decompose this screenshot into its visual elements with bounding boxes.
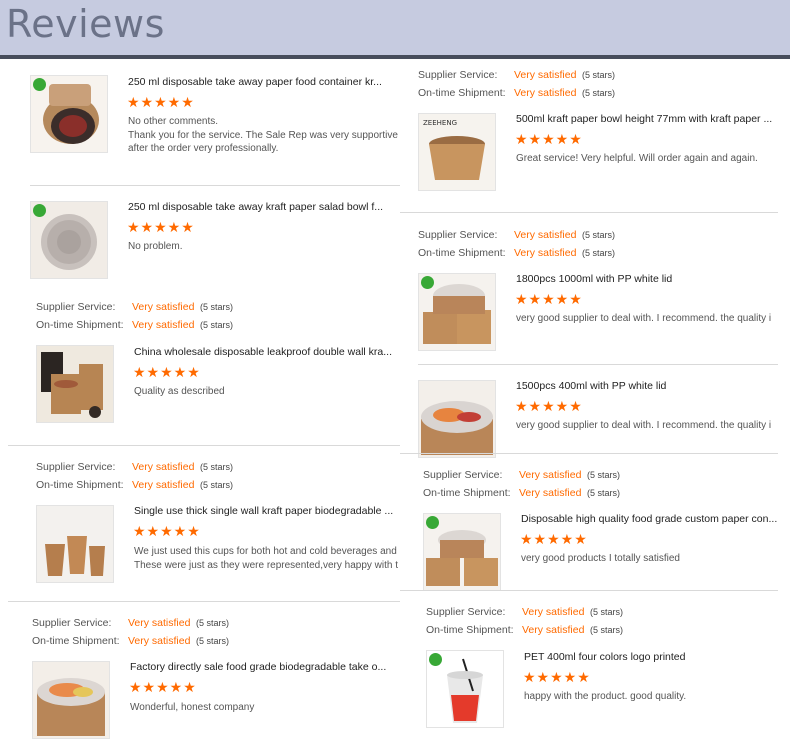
review-comment: No other comments. Thank you for the ser… bbox=[128, 116, 398, 154]
review-comment: Quality as described bbox=[134, 386, 225, 397]
logo-badge-icon bbox=[33, 204, 46, 217]
review-comment: Great service! Very helpful. Will order … bbox=[516, 153, 758, 164]
shipment-rating: On-time Shipment: Very satisfied (5 stars) bbox=[36, 479, 234, 491]
product-thumbnail[interactable] bbox=[418, 380, 496, 458]
review-comment: No problem. bbox=[128, 241, 183, 252]
rating-stars: ★★★★★ bbox=[515, 131, 583, 147]
product-title-link[interactable]: Single use thick single wall kraft paper… bbox=[134, 505, 400, 517]
product-thumbnail[interactable] bbox=[423, 513, 501, 591]
review-divider bbox=[30, 185, 400, 186]
rating-stars: ★★★★★ bbox=[129, 679, 197, 695]
shipment-rating: On-time Shipment: Very satisfied (5 stars) bbox=[426, 624, 624, 636]
logo-badge-icon bbox=[33, 78, 46, 91]
review-comment: Wonderful, honest company bbox=[130, 702, 255, 713]
product-thumbnail[interactable] bbox=[36, 345, 114, 423]
product-title-link[interactable]: Factory directly sale food grade biodegr… bbox=[130, 661, 400, 673]
product-title-link[interactable]: 1800pcs 1000ml with PP white lid bbox=[516, 273, 778, 285]
logo-badge-icon bbox=[421, 276, 434, 289]
product-thumbnail[interactable] bbox=[426, 650, 504, 728]
supplier-service-rating: Supplier Service: Very satisfied (5 stars) bbox=[423, 469, 621, 481]
logo-badge-icon bbox=[429, 653, 442, 666]
thumb-brand-text: ZEEHENG bbox=[423, 119, 457, 127]
reviews-header: Reviews bbox=[0, 0, 790, 55]
review-divider bbox=[8, 445, 400, 446]
product-title-link[interactable]: 1500pcs 400ml with PP white lid bbox=[516, 380, 778, 392]
product-title-link[interactable]: 250 ml disposable take away paper food c… bbox=[128, 76, 398, 88]
product-thumbnail[interactable] bbox=[30, 201, 108, 279]
shipment-rating: On-time Shipment: Very satisfied (5 stars) bbox=[36, 319, 234, 331]
product-title-link[interactable]: 250 ml disposable take away kraft paper … bbox=[128, 201, 398, 213]
rating-stars: ★★★★★ bbox=[515, 291, 583, 307]
header-rule bbox=[0, 55, 790, 59]
shipment-rating: On-time Shipment: Very satisfied (5 stars) bbox=[418, 247, 616, 259]
review-comment: very good supplier to deal with. I recom… bbox=[516, 420, 772, 431]
shipment-rating: On-time Shipment: Very satisfied (5 stars) bbox=[32, 635, 230, 647]
review-divider bbox=[400, 590, 778, 591]
rating-stars: ★★★★★ bbox=[127, 219, 195, 235]
supplier-service-rating: Supplier Service: Very satisfied (5 stars) bbox=[426, 606, 624, 618]
supplier-service-rating: Supplier Service: Very satisfied (5 stars) bbox=[418, 229, 616, 241]
supplier-service-rating: Supplier Service: Very satisfied (5 stars) bbox=[418, 69, 616, 81]
rating-stars: ★★★★★ bbox=[515, 398, 583, 414]
supplier-service-rating: Supplier Service: Very satisfied (5 stars) bbox=[36, 301, 234, 313]
review-divider bbox=[418, 364, 778, 365]
product-thumbnail[interactable] bbox=[36, 505, 114, 583]
product-title-link[interactable]: 500ml kraft paper bowl height 77mm with … bbox=[516, 113, 778, 125]
review-divider bbox=[8, 601, 400, 602]
product-thumbnail[interactable] bbox=[418, 273, 496, 351]
rating-stars: ★★★★★ bbox=[520, 531, 588, 547]
product-thumbnail[interactable] bbox=[32, 661, 110, 739]
product-thumbnail[interactable] bbox=[30, 75, 108, 153]
product-title-link[interactable]: China wholesale disposable leakproof dou… bbox=[134, 346, 400, 358]
review-divider bbox=[400, 212, 778, 213]
review-comment: happy with the product. good quality. bbox=[524, 691, 687, 702]
review-comment: very good supplier to deal with. I recom… bbox=[516, 313, 772, 324]
page-title: Reviews bbox=[6, 2, 165, 46]
product-thumbnail[interactable]: ZEEHENG bbox=[418, 113, 496, 191]
review-comment: very good products I totally satisfied bbox=[521, 553, 680, 564]
rating-stars: ★★★★★ bbox=[133, 523, 201, 539]
rating-stars: ★★★★★ bbox=[523, 669, 591, 685]
rating-stars: ★★★★★ bbox=[133, 364, 201, 380]
rating-stars: ★★★★★ bbox=[127, 94, 195, 110]
shipment-rating: On-time Shipment: Very satisfied (5 stars) bbox=[423, 487, 621, 499]
product-title-link[interactable]: PET 400ml four colors logo printed bbox=[524, 651, 778, 663]
review-divider bbox=[400, 453, 778, 454]
review-comment: We just used this cups for both hot and … bbox=[134, 546, 399, 571]
supplier-service-rating: Supplier Service: Very satisfied (5 stars) bbox=[32, 617, 230, 629]
shipment-rating: On-time Shipment: Very satisfied (5 stars) bbox=[418, 87, 616, 99]
product-title-link[interactable]: Disposable high quality food grade custo… bbox=[521, 513, 778, 525]
logo-badge-icon bbox=[426, 516, 439, 529]
supplier-service-rating: Supplier Service: Very satisfied (5 stars) bbox=[36, 461, 234, 473]
